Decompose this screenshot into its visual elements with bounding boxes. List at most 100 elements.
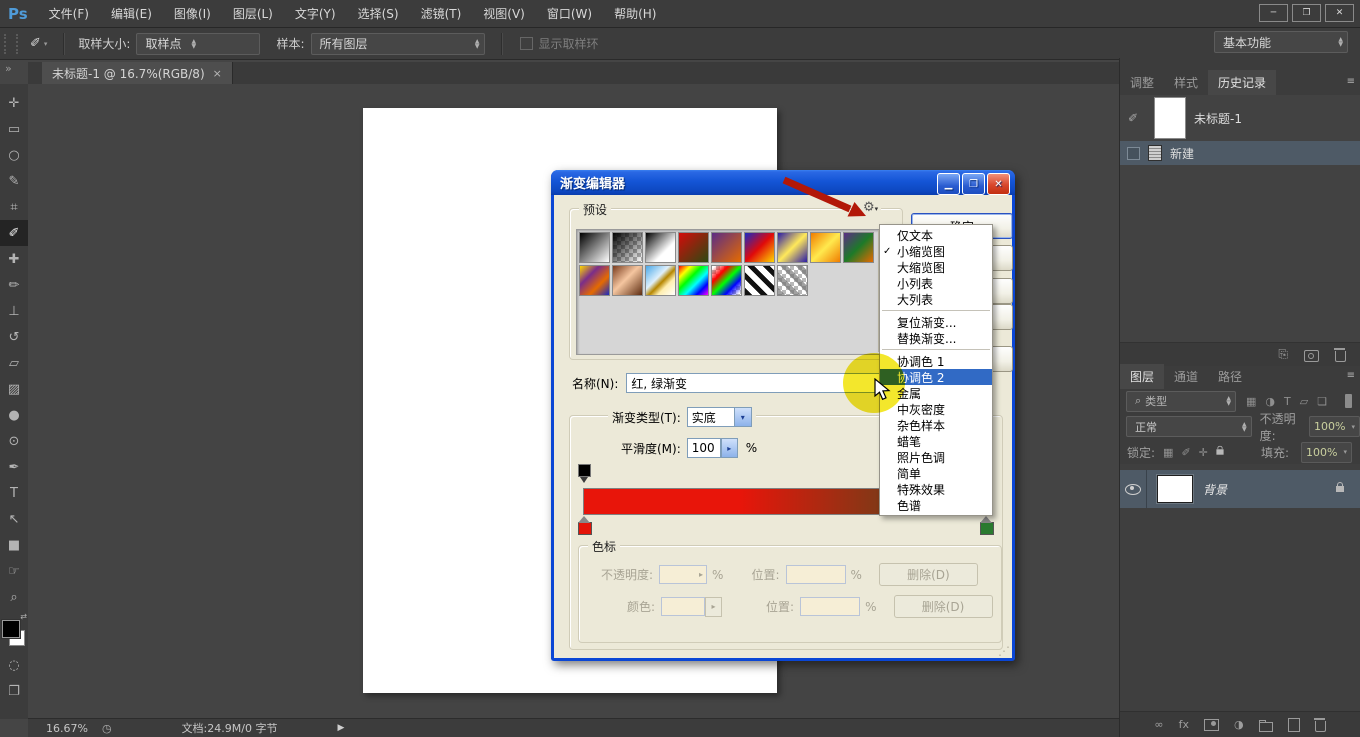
menubar-item[interactable]: 视图(V) bbox=[472, 0, 536, 27]
lock-pixels-icon[interactable]: ✐ bbox=[1181, 446, 1190, 459]
gradient-preset-yellow-violet-orange-blue[interactable] bbox=[579, 265, 610, 296]
context-menu-item[interactable]: 替换渐变... bbox=[880, 330, 992, 346]
minimize-icon[interactable]: ▁ bbox=[937, 173, 960, 195]
layer-effects-fx-icon[interactable]: fx bbox=[1179, 718, 1189, 731]
document-tab[interactable]: 未标题-1 @ 16.7%(RGB/8) × bbox=[42, 62, 233, 84]
menubar-item[interactable]: 文件(F) bbox=[38, 0, 100, 27]
smartobject-filter-icon[interactable]: ❏ bbox=[1317, 395, 1327, 408]
dialog-title-bar[interactable]: 渐变编辑器 ▁ ❐ ✕ bbox=[551, 170, 1015, 195]
tab-通道[interactable]: 通道 bbox=[1164, 364, 1208, 389]
arrow-right-icon[interactable]: ▸ bbox=[705, 597, 722, 617]
preset-picker-gear-icon[interactable]: ⚙▾ bbox=[860, 200, 881, 215]
context-menu-item[interactable]: 金属 bbox=[880, 385, 992, 401]
context-menu-item[interactable]: 中灰密度 bbox=[880, 401, 992, 417]
show-sampling-ring-checkbox[interactable] bbox=[520, 37, 533, 50]
dialog-resize-grip[interactable]: ⋰ bbox=[998, 644, 1010, 658]
filter-toggle-switch[interactable] bbox=[1345, 394, 1352, 408]
opacity-stop-left[interactable] bbox=[578, 464, 591, 477]
current-tool-button[interactable]: ✐ ▾ bbox=[22, 34, 55, 53]
eyedropper-tool[interactable]: ✐ bbox=[0, 220, 28, 246]
pen-tool[interactable]: ✒ bbox=[0, 454, 28, 480]
menubar-item[interactable]: 滤镜(T) bbox=[410, 0, 473, 27]
gradient-preset-violet-orange[interactable] bbox=[711, 232, 742, 263]
spot-healing-tool[interactable]: ✚ bbox=[0, 246, 28, 272]
new-document-from-state-icon[interactable]: ⎘ bbox=[1278, 347, 1288, 362]
history-brush-tool[interactable]: ↺ bbox=[0, 324, 28, 350]
menubar-item[interactable]: 选择(S) bbox=[347, 0, 410, 27]
gradient-preset-copper[interactable] bbox=[612, 265, 643, 296]
quick-mask-button[interactable]: ◌ bbox=[0, 652, 28, 678]
options-bar-grip[interactable] bbox=[4, 34, 18, 54]
dodge-tool[interactable]: ⊙ bbox=[0, 428, 28, 454]
chevron-down-icon[interactable]: ▾ bbox=[735, 407, 752, 427]
context-menu-item[interactable]: 杂色样本 bbox=[880, 417, 992, 433]
context-menu-item[interactable]: 简单 bbox=[880, 465, 992, 481]
type-filter-icon[interactable]: T bbox=[1284, 395, 1291, 408]
toolbar-collapse-chevron[interactable]: » bbox=[5, 62, 12, 75]
layer-visibility-eye-icon[interactable] bbox=[1125, 484, 1141, 495]
screen-mode-button[interactable]: ❐ bbox=[0, 678, 28, 704]
gradient-preset-transparent-stripes[interactable] bbox=[777, 265, 808, 296]
eraser-tool[interactable]: ▱ bbox=[0, 350, 28, 376]
delete-layer-trash-icon[interactable] bbox=[1315, 721, 1326, 732]
hand-tool[interactable]: ☞ bbox=[0, 558, 28, 584]
minimize-icon[interactable]: ─ bbox=[1259, 4, 1288, 22]
close-icon[interactable]: × bbox=[213, 67, 222, 80]
blend-mode-dropdown[interactable]: 正常 ▲▼ bbox=[1126, 416, 1252, 437]
context-menu-item[interactable]: 协调色 2 bbox=[880, 369, 992, 385]
tab-样式[interactable]: 样式 bbox=[1164, 70, 1208, 95]
layer-filter-dropdown[interactable]: ⌕ 类型 ▲▼ bbox=[1126, 391, 1236, 412]
move-tool[interactable]: ✛ bbox=[0, 90, 28, 116]
gradient-preset-blue-red-yellow[interactable] bbox=[744, 232, 775, 263]
context-menu-item[interactable]: 小列表 bbox=[880, 275, 992, 291]
context-menu-item[interactable]: 照片色调 bbox=[880, 449, 992, 465]
menubar-item[interactable]: 窗口(W) bbox=[536, 0, 603, 27]
color-stop-right[interactable] bbox=[980, 522, 994, 535]
opacity-dropdown[interactable]: 100% ▾ bbox=[1309, 416, 1360, 437]
context-menu-item[interactable]: 复位渐变... bbox=[880, 314, 992, 330]
clone-stamp-tool[interactable]: ⊥ bbox=[0, 298, 28, 324]
panel-menu-icon[interactable]: ≡ bbox=[1347, 370, 1354, 381]
tab-历史记录[interactable]: 历史记录 bbox=[1208, 70, 1276, 95]
layer-group-folder-icon[interactable] bbox=[1259, 722, 1273, 732]
new-snapshot-camera-icon[interactable] bbox=[1304, 350, 1319, 362]
context-menu-item[interactable]: 大列表 bbox=[880, 291, 992, 307]
gradient-preset-orange-yellow-orange[interactable] bbox=[810, 232, 841, 263]
gradient-preset-blue-yellow-blue[interactable] bbox=[777, 232, 808, 263]
history-source-checkbox[interactable] bbox=[1127, 147, 1140, 160]
rectangle-tool[interactable]: ■ bbox=[0, 532, 28, 558]
path-selection-tool[interactable]: ↖ bbox=[0, 506, 28, 532]
adjustment-layer-icon[interactable]: ◑ bbox=[1234, 718, 1244, 731]
type-tool[interactable]: T bbox=[0, 480, 28, 506]
lock-position-icon[interactable]: ✛ bbox=[1199, 446, 1208, 459]
context-menu-item[interactable]: 特殊效果 bbox=[880, 481, 992, 497]
menubar-item[interactable]: 图像(I) bbox=[163, 0, 222, 27]
delete-state-trash-icon[interactable] bbox=[1335, 351, 1346, 362]
zoom-level-field[interactable]: 16.67% bbox=[46, 722, 88, 735]
panel-menu-icon[interactable]: ≡ bbox=[1347, 76, 1354, 87]
gradient-preset-foreground-to-background[interactable] bbox=[579, 232, 610, 263]
new-layer-icon[interactable] bbox=[1288, 718, 1300, 732]
gradient-preset-red-green[interactable] bbox=[678, 232, 709, 263]
sample-dropdown[interactable]: 所有图层 ▲▼ bbox=[311, 33, 485, 55]
blur-tool[interactable]: ● bbox=[0, 402, 28, 428]
layer-mask-icon[interactable] bbox=[1204, 719, 1219, 731]
quick-selection-tool[interactable]: ✎ bbox=[0, 168, 28, 194]
menubar-item[interactable]: 编辑(E) bbox=[100, 0, 163, 27]
foreground-color-swatch[interactable] bbox=[2, 620, 20, 638]
delete-color-stop-button[interactable]: 删除(D) bbox=[894, 595, 993, 618]
gradient-preset-spectrum[interactable] bbox=[678, 265, 709, 296]
zoom-tool[interactable]: ⌕ bbox=[0, 584, 28, 610]
pixel-filter-icon[interactable]: ▦ bbox=[1246, 395, 1256, 408]
arrow-right-icon[interactable]: ▸ bbox=[721, 438, 738, 458]
smoothness-input[interactable]: 100 bbox=[687, 438, 721, 458]
gradient-preset-chrome[interactable] bbox=[645, 265, 676, 296]
marquee-tool[interactable]: ▭ bbox=[0, 116, 28, 142]
crop-tool[interactable]: ⌗ bbox=[0, 194, 28, 220]
link-layers-icon[interactable]: ∞ bbox=[1154, 718, 1163, 731]
context-menu-item[interactable]: 仅文本 bbox=[880, 227, 992, 243]
adjustment-filter-icon[interactable]: ◑ bbox=[1265, 395, 1275, 408]
gradient-tool[interactable]: ▨ bbox=[0, 376, 28, 402]
gradient-preset-transparent-rainbow[interactable] bbox=[711, 265, 742, 296]
lock-transparency-icon[interactable]: ▦ bbox=[1163, 446, 1173, 459]
